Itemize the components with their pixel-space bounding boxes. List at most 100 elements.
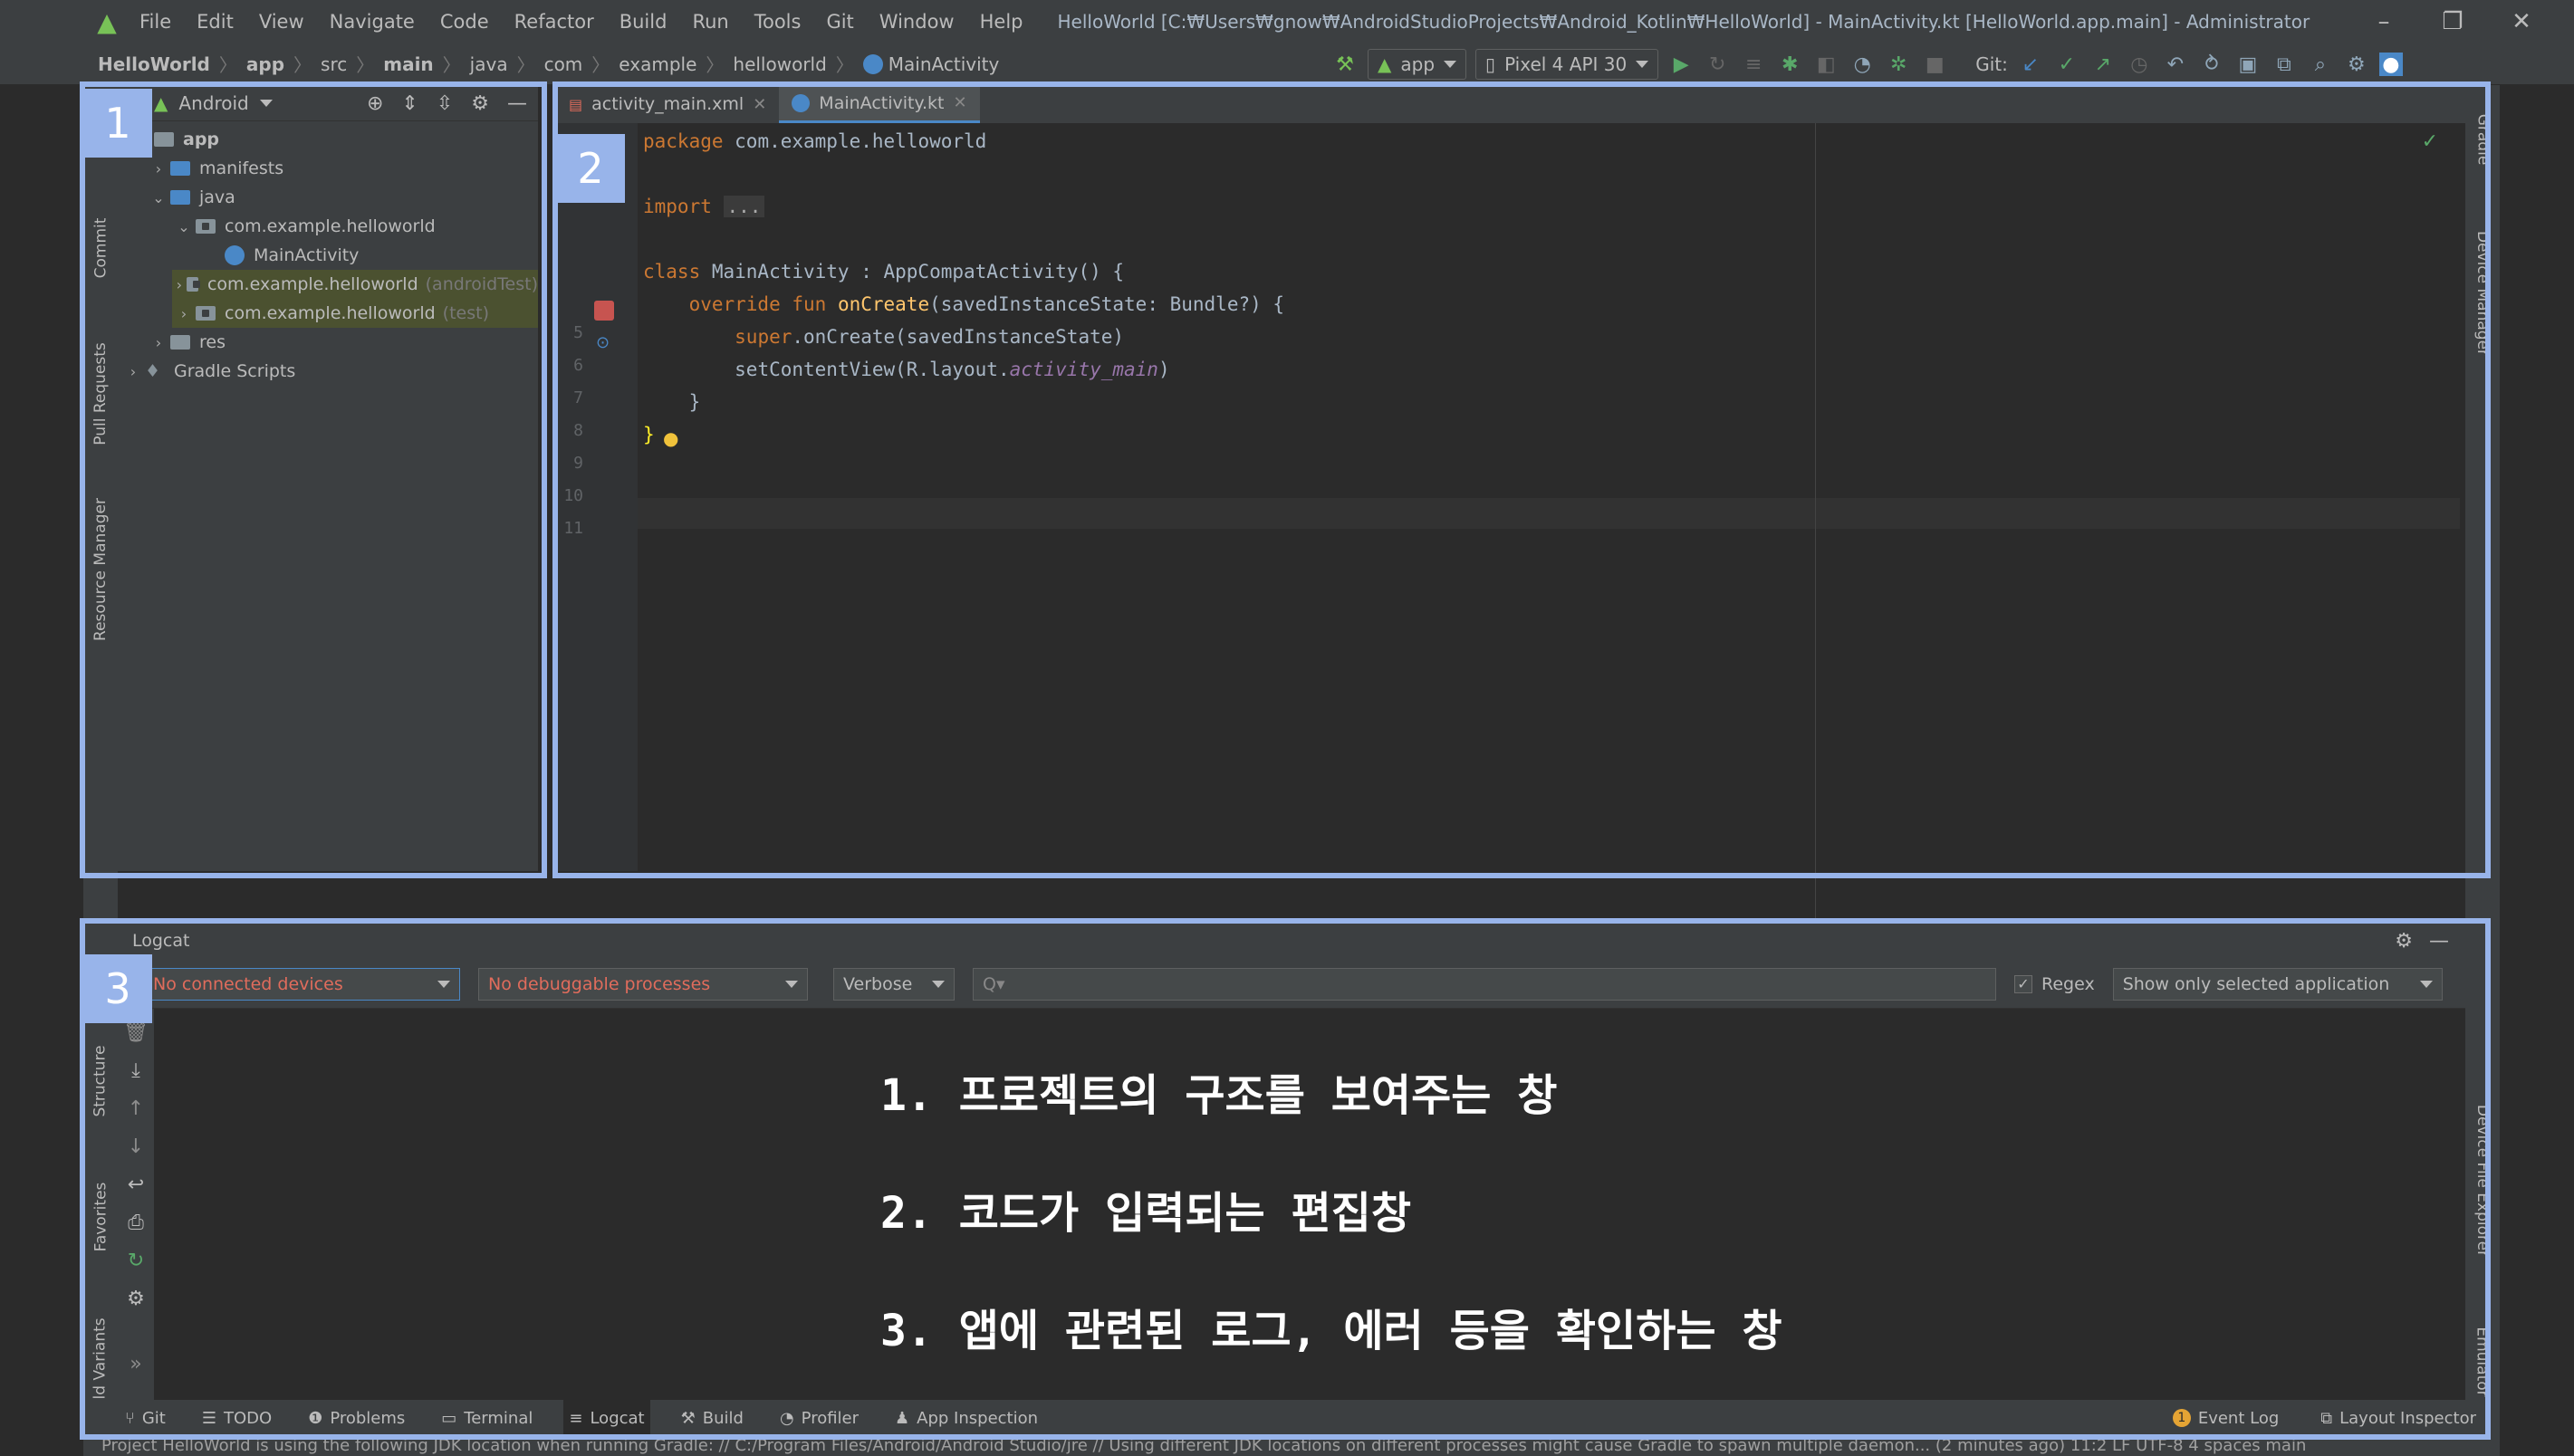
minimize-icon[interactable]: – xyxy=(2349,8,2418,35)
tab-todo[interactable]: ☰ TODO xyxy=(197,1400,277,1436)
code-line-9[interactable]: setContentView(R.layout.activity_main) xyxy=(643,359,1169,380)
menu-navigate[interactable]: Navigate xyxy=(317,11,427,33)
tree-item-package[interactable]: ⌄ com.example.helloworld xyxy=(172,212,435,241)
hide-icon[interactable]: — xyxy=(507,92,527,115)
gear-icon[interactable]: ⚙ xyxy=(2395,930,2413,953)
breadcrumb-item[interactable]: java xyxy=(470,53,508,75)
hide-icon[interactable]: — xyxy=(2429,930,2449,953)
git-commit-icon[interactable]: ✓ xyxy=(2053,51,2080,78)
trash-icon[interactable]: 🗑 xyxy=(118,1021,154,1044)
tree-item-java[interactable]: ⌄ java xyxy=(147,183,235,212)
collapse-all-icon[interactable]: ⇳ xyxy=(437,92,453,115)
breadcrumb-item[interactable]: MainActivity xyxy=(888,53,1000,75)
tab-commit[interactable]: Commit xyxy=(83,194,118,302)
tab-device-file-explorer[interactable]: Device File Explorer xyxy=(2465,1072,2500,1289)
device-select[interactable]: No connected devices xyxy=(143,967,460,1001)
menu-git[interactable]: Git xyxy=(813,11,866,33)
profile-icon[interactable]: ◔ xyxy=(1849,51,1876,78)
locate-icon[interactable]: ⊕ xyxy=(367,92,383,115)
soft-wrap-icon[interactable]: ↩ xyxy=(118,1173,154,1196)
device-select[interactable]: ▯ Pixel 4 API 30 xyxy=(1475,49,1659,80)
close-icon[interactable]: ✕ xyxy=(753,95,766,114)
stop-icon[interactable]: ■ xyxy=(1921,51,1948,78)
menu-edit[interactable]: Edit xyxy=(184,11,246,33)
gradle-sync-icon[interactable]: ⥁ xyxy=(2198,51,2225,78)
breadcrumb-item[interactable]: helloworld xyxy=(733,53,826,75)
folded-imports[interactable]: ... xyxy=(723,196,765,217)
chevron-right-icon[interactable]: › xyxy=(147,160,170,177)
chevron-right-icon[interactable]: › xyxy=(147,334,170,351)
breadcrumb-item[interactable]: src xyxy=(321,53,347,75)
gear-icon[interactable]: ⚙ xyxy=(2343,51,2370,78)
tab-favorites[interactable]: Favorites xyxy=(83,1154,118,1280)
log-level-select[interactable]: Verbose xyxy=(833,967,955,1001)
code-line-10[interactable]: } xyxy=(643,391,701,413)
restart-icon[interactable]: ↻ xyxy=(118,1250,154,1272)
tab-activity-main-xml[interactable]: ▤ activity_main.xml ✕ xyxy=(556,85,779,123)
breadcrumb-item[interactable]: example xyxy=(619,53,696,75)
process-select[interactable]: No debuggable processes xyxy=(478,967,808,1001)
tab-git[interactable]: ⑂ Git xyxy=(120,1400,171,1436)
close-icon[interactable]: ✕ xyxy=(954,93,967,112)
breadcrumb-item[interactable]: main xyxy=(383,53,433,75)
menu-view[interactable]: View xyxy=(246,11,317,33)
menu-file[interactable]: File xyxy=(127,11,184,33)
breadcrumb-item[interactable]: com xyxy=(544,53,583,75)
git-rollback-icon[interactable]: ↶ xyxy=(2162,51,2189,78)
arrow-up-icon[interactable]: ↑ xyxy=(118,1097,154,1120)
git-push-icon[interactable]: ↗ xyxy=(2089,51,2117,78)
git-history-icon[interactable]: ◷ xyxy=(2126,51,2153,78)
menu-window[interactable]: Window xyxy=(867,11,967,33)
tab-resource-manager[interactable]: Resource Manager xyxy=(83,465,118,674)
tab-structure[interactable]: Structure xyxy=(83,1018,118,1145)
class-run-icon[interactable] xyxy=(594,301,614,321)
tab-build[interactable]: ⚒ Build xyxy=(676,1400,749,1436)
regex-toggle[interactable]: ✓ Regex xyxy=(2014,974,2095,994)
search-icon[interactable]: ⌕ xyxy=(2307,51,2334,78)
tree-item-gradle-scripts[interactable]: › ♦ Gradle Scripts xyxy=(121,357,295,386)
debug-icon[interactable]: ✱ xyxy=(1776,51,1803,78)
menu-run[interactable]: Run xyxy=(679,11,741,33)
chevron-right-icon[interactable]: › xyxy=(172,305,196,322)
menu-tools[interactable]: Tools xyxy=(742,11,814,33)
tab-gradle[interactable]: Gradle xyxy=(2465,94,2500,185)
chevron-down-icon[interactable] xyxy=(259,99,273,107)
menu-build[interactable]: Build xyxy=(607,11,680,33)
code-line-3[interactable]: import ... xyxy=(643,196,765,217)
sdk-manager-icon[interactable]: ⧉ xyxy=(2271,51,2298,78)
tree-item-mainactivity[interactable]: MainActivity xyxy=(225,241,359,270)
override-icon[interactable]: ⊙ xyxy=(596,333,610,352)
tab-logcat[interactable]: ≡ Logcat xyxy=(563,1400,650,1436)
tab-layout-inspector[interactable]: ⧉ Layout Inspector xyxy=(2315,1400,2482,1436)
rerun-icon[interactable]: ↻ xyxy=(1704,51,1731,78)
print-icon[interactable]: ⎙ xyxy=(118,1212,154,1234)
tab-profiler[interactable]: ◔ Profiler xyxy=(774,1400,864,1436)
breadcrumb-item[interactable]: app xyxy=(246,53,284,75)
device-manager-icon[interactable]: ▣ xyxy=(2234,51,2262,78)
more-icon[interactable]: » xyxy=(118,1353,154,1375)
tab-device-manager[interactable]: Device Manager xyxy=(2465,212,2500,375)
tab-terminal[interactable]: ▭ Terminal xyxy=(436,1400,538,1436)
close-icon[interactable]: ✕ xyxy=(2487,8,2556,35)
apply-changes-icon[interactable]: ≡ xyxy=(1740,51,1767,78)
chevron-right-icon[interactable]: › xyxy=(121,363,145,380)
arrow-down-icon[interactable]: ↓ xyxy=(118,1135,154,1158)
checkbox-checked-icon[interactable]: ✓ xyxy=(2014,974,2032,993)
menu-code[interactable]: Code xyxy=(427,11,502,33)
tree-item-manifests[interactable]: › manifests xyxy=(147,154,283,183)
tab-pull-requests[interactable]: Pull Requests xyxy=(83,317,118,471)
tree-item-res[interactable]: › res xyxy=(147,328,226,357)
chevron-right-icon[interactable]: › xyxy=(172,276,187,293)
chevron-down-icon[interactable]: ⌄ xyxy=(147,189,170,206)
menu-help[interactable]: Help xyxy=(967,11,1036,33)
lightbulb-icon[interactable]: ● xyxy=(663,427,678,449)
hammer-icon[interactable]: ⚒ xyxy=(1331,51,1359,78)
app-filter-select[interactable]: Show only selected application xyxy=(2112,967,2443,1001)
tab-mainactivity-kt[interactable]: MainActivity.kt ✕ xyxy=(779,85,980,123)
run-config-select[interactable]: ▲ app xyxy=(1368,49,1467,80)
tree-item-package-androidtest[interactable]: › com.example.helloworld (androidTest) xyxy=(172,270,538,299)
code-line-1[interactable]: package com.example.helloworld xyxy=(643,130,986,152)
code-line-8[interactable]: super.onCreate(savedInstanceState) xyxy=(643,326,1124,348)
inspection-ok-icon[interactable]: ✓ xyxy=(2422,130,2438,153)
breadcrumb-item[interactable]: HelloWorld xyxy=(98,53,210,75)
